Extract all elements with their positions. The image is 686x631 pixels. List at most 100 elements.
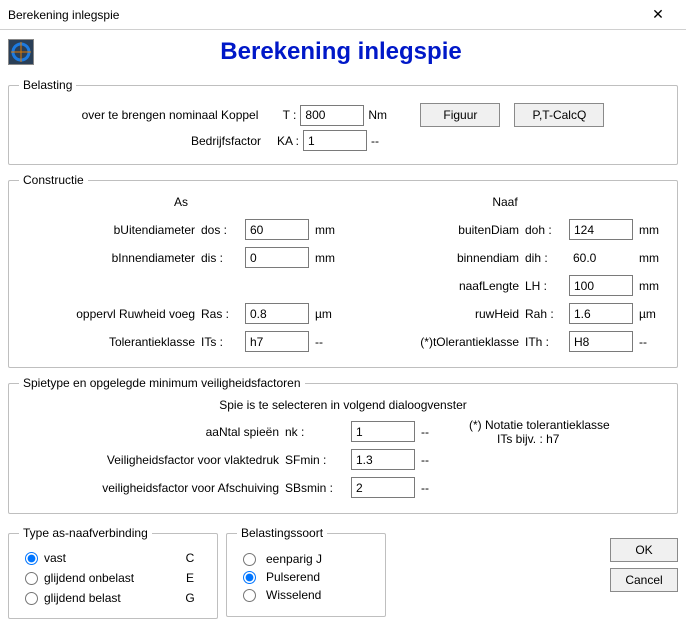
soort-option-0[interactable]: eenparig J xyxy=(237,552,375,566)
as-tol-lbl: Tolerantieklasse xyxy=(19,335,195,349)
naaf-binnen-sym: dih : xyxy=(525,251,563,265)
aantal-lbl: aaNtal spieën xyxy=(19,425,279,439)
belastingssoort-group: Belastingssoort eenparig J Pulserend Wisse… xyxy=(226,526,386,617)
soort-label-1: Pulserend xyxy=(266,570,320,584)
sfmin-sym: SFmin : xyxy=(285,453,345,467)
ptcalcq-button[interactable]: P,T-CalcQ xyxy=(514,103,604,127)
spietype-intro: Spie is te selecteren in volgend dialoog… xyxy=(19,398,667,412)
as-ruw-unit: µm xyxy=(315,307,343,321)
naaf-head: Naaf xyxy=(343,195,667,209)
belastingssoort-legend: Belastingssoort xyxy=(237,526,327,540)
spietype-legend: Spietype en opgelegde minimum veiligheid… xyxy=(19,376,305,390)
titlebar: Berekening inlegspie ✕ xyxy=(0,0,686,30)
naaf-binnen-unit: mm xyxy=(639,251,667,265)
type-letter-1: E xyxy=(183,571,197,585)
naaf-lengte-input[interactable] xyxy=(569,275,633,296)
sbsmin-lbl: veiligheidsfactor voor Afschuiving xyxy=(19,481,279,495)
naaf-ruw-sym: Rah : xyxy=(525,307,563,321)
type-label-2: glijdend belast xyxy=(44,591,183,605)
sfmin-input[interactable] xyxy=(351,449,415,470)
sbsmin-unit: -- xyxy=(421,481,449,495)
ok-button[interactable]: OK xyxy=(610,538,678,562)
naaf-buiten-sym: doh : xyxy=(525,223,563,237)
type-letter-0: C xyxy=(183,551,197,565)
as-ruw-input[interactable] xyxy=(245,303,309,324)
type-label-0: vast xyxy=(44,551,183,565)
as-buiten-input[interactable] xyxy=(245,219,309,240)
tol-note-1: (*) Notatie tolerantieklasse xyxy=(469,418,667,432)
type-option-2[interactable]: glijdend belastG xyxy=(19,591,207,605)
soort-option-2[interactable]: Wisselend xyxy=(237,588,375,602)
naaf-lengte-sym: LH : xyxy=(525,279,563,293)
page-title: Berekening inlegspie xyxy=(44,38,678,66)
naaf-lengte-lbl: naafLengte xyxy=(343,279,519,293)
sfmin-unit: -- xyxy=(421,453,449,467)
type-radio-2[interactable] xyxy=(25,592,38,605)
as-buiten-lbl: bUitendiameter xyxy=(19,223,195,237)
type-radio-0[interactable] xyxy=(25,552,38,565)
close-icon[interactable]: ✕ xyxy=(638,1,678,29)
constructie-legend: Constructie xyxy=(19,173,88,187)
as-tol-unit: -- xyxy=(315,335,343,349)
as-binnen-input[interactable] xyxy=(245,247,309,268)
as-tol-sym: ITs : xyxy=(201,335,239,349)
constructie-group: Constructie As bUitendiameter dos : mm b… xyxy=(8,173,678,368)
koppel-label: over te brengen nominaal Koppel xyxy=(82,108,259,122)
aantal-input[interactable] xyxy=(351,421,415,442)
naaf-buiten-unit: mm xyxy=(639,223,667,237)
tol-note-2: ITs bijv. : h7 xyxy=(469,432,667,446)
as-tol-input[interactable] xyxy=(245,331,309,352)
naaf-ruw-input[interactable] xyxy=(569,303,633,324)
as-binnen-unit: mm xyxy=(315,251,343,265)
type-option-1[interactable]: glijdend onbelastE xyxy=(19,571,207,585)
cancel-button[interactable]: Cancel xyxy=(610,568,678,592)
type-verbinding-legend: Type as-naafverbinding xyxy=(19,526,152,540)
as-ruw-lbl: oppervl Ruwheid voeg xyxy=(19,307,195,321)
type-letter-2: G xyxy=(183,591,197,605)
bedrijfs-sym: KA : xyxy=(265,134,299,148)
as-buiten-sym: dos : xyxy=(201,223,239,237)
soort-radio-0[interactable] xyxy=(243,553,256,566)
naaf-ruw-lbl: ruwHeid xyxy=(343,307,519,321)
soort-radio-1[interactable] xyxy=(243,571,256,584)
window-title: Berekening inlegspie xyxy=(8,8,119,22)
aantal-unit: -- xyxy=(421,425,449,439)
soort-label-2: Wisselend xyxy=(266,588,321,602)
type-option-0[interactable]: vastC xyxy=(19,551,207,565)
naaf-lengte-unit: mm xyxy=(639,279,667,293)
koppel-unit: Nm xyxy=(368,108,398,122)
as-buiten-unit: mm xyxy=(315,223,343,237)
naaf-tol-sym: ITh : xyxy=(525,335,563,349)
koppel-input[interactable] xyxy=(300,105,364,126)
soort-radio-2[interactable] xyxy=(243,589,256,602)
soort-option-1[interactable]: Pulserend xyxy=(237,570,375,584)
type-label-1: glijdend onbelast xyxy=(44,571,183,585)
belasting-group: Belasting over te brengen nominaal Koppe… xyxy=(8,78,678,165)
as-binnen-lbl: bInnendiameter xyxy=(19,251,195,265)
naaf-tol-lbl: (*)tOlerantieklasse xyxy=(343,335,519,349)
naaf-tol-input[interactable] xyxy=(569,331,633,352)
naaf-ruw-unit: µm xyxy=(639,307,667,321)
naaf-binnen-lbl: binnendiam xyxy=(343,251,519,265)
as-ruw-sym: Ras : xyxy=(201,307,239,321)
type-verbinding-group: Type as-naafverbinding vastCglijdend onb… xyxy=(8,526,218,619)
naaf-buiten-lbl: buitenDiam xyxy=(343,223,519,237)
soort-label-0: eenparig J xyxy=(266,552,322,566)
naaf-buiten-input[interactable] xyxy=(569,219,633,240)
bedrijfs-input[interactable] xyxy=(303,130,367,151)
naaf-binnen-val: 60.0 xyxy=(569,247,633,268)
aantal-sym: nk : xyxy=(285,425,345,439)
sbsmin-input[interactable] xyxy=(351,477,415,498)
sbsmin-sym: SBsmin : xyxy=(285,481,345,495)
type-radio-1[interactable] xyxy=(25,572,38,585)
spietype-group: Spietype en opgelegde minimum veiligheid… xyxy=(8,376,678,514)
naaf-tol-unit: -- xyxy=(639,335,667,349)
bedrijfs-unit: -- xyxy=(371,134,401,148)
bedrijfs-label: Bedrijfsfactor xyxy=(61,134,261,148)
koppel-sym: T : xyxy=(262,108,296,122)
as-binnen-sym: dis : xyxy=(201,251,239,265)
figuur-button[interactable]: Figuur xyxy=(420,103,500,127)
sfmin-lbl: Veiligheidsfactor voor vlaktedruk xyxy=(19,453,279,467)
belasting-legend: Belasting xyxy=(19,78,76,92)
as-head: As xyxy=(19,195,343,209)
